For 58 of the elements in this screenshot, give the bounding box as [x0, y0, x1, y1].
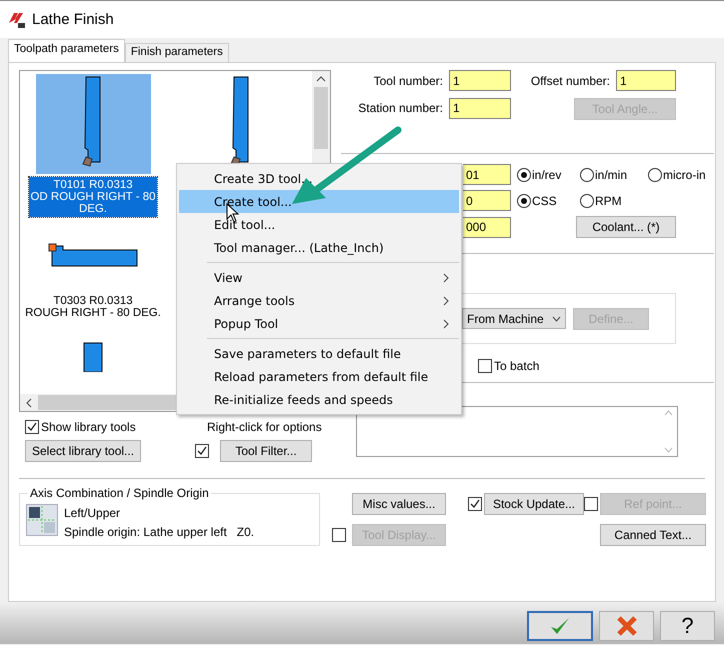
tab[interactable]: Finish parameters: [124, 43, 229, 62]
axis-name: Left/Upper: [64, 506, 122, 520]
cancel-button[interactable]: [599, 611, 654, 641]
canned-text-button[interactable]: Canned Text...: [600, 524, 706, 546]
radio-button[interactable]: [517, 168, 531, 182]
input-field[interactable]: 1: [449, 98, 511, 118]
checkbox[interactable]: [195, 444, 209, 458]
chevron-right-icon: [443, 272, 449, 282]
checkbox[interactable]: [25, 420, 39, 434]
window-title: Lathe Finish: [32, 11, 114, 28]
tool-icon: [47, 242, 139, 268]
scroll-up-icon[interactable]: [316, 75, 326, 83]
help-button[interactable]: ?: [660, 611, 715, 641]
ok-button[interactable]: [527, 611, 593, 641]
input-field[interactable]: 0: [463, 190, 511, 211]
radio-label: micro-in: [663, 168, 706, 182]
radio-label: RPM: [595, 194, 622, 208]
machine-dropdown[interactable]: From Machine: [462, 308, 566, 329]
scroll-left-icon[interactable]: [24, 398, 34, 408]
chevron-right-icon: [443, 296, 449, 306]
field-label: Station number:: [357, 101, 443, 115]
select-library-tool-button[interactable]: Select library tool...: [25, 440, 142, 462]
input-field[interactable]: 1: [616, 70, 676, 91]
field-label: Tool number:: [372, 74, 443, 88]
axis-combination-icon: [26, 504, 58, 536]
hint-text: Right-click for options: [206, 420, 323, 434]
scroll-thumb[interactable]: [314, 87, 328, 149]
checkbox[interactable]: [468, 497, 482, 512]
radio-label: in/min: [595, 168, 628, 182]
input-field[interactable]: 01: [463, 164, 511, 185]
input-field[interactable]: 000: [463, 216, 511, 238]
coolant-button[interactable]: Coolant... (*): [576, 216, 676, 238]
radio-label: in/rev: [532, 168, 562, 182]
checkbox-label: To batch: [494, 359, 540, 373]
chevron-down-icon: [552, 316, 561, 322]
tool-label[interactable]: T0101 R0.0313 OD ROUGH RIGHT - 80 DEG.: [29, 177, 157, 217]
misc-values-button[interactable]: Misc values...: [352, 493, 446, 516]
chevron-right-icon: [443, 318, 449, 328]
spindle-origin-text: Spindle origin: Lathe upper left Z0.: [64, 525, 254, 539]
check-icon: [549, 616, 571, 636]
tool-label[interactable]: T0303 R0.0313 ROUGH RIGHT - 80 DEG.: [24, 293, 162, 321]
menu-item[interactable]: Create tool...: [179, 190, 459, 213]
stock-update-button[interactable]: Stock Update...: [484, 493, 584, 516]
radio-label: CSS: [532, 194, 557, 208]
app-logo-icon: [8, 10, 26, 28]
tool-filter-button[interactable]: Tool Filter...: [220, 440, 312, 462]
tool-icon: [83, 342, 103, 372]
close-icon: [616, 615, 638, 637]
field-label: Offset number:: [530, 74, 610, 88]
checkbox[interactable]: [478, 359, 492, 373]
radio-button[interactable]: [517, 194, 531, 208]
input-field[interactable]: 1: [449, 70, 511, 91]
group-title: Axis Combination / Spindle Origin: [28, 486, 211, 500]
tab[interactable]: Toolpath parameters: [8, 39, 125, 62]
radio-button[interactable]: [580, 168, 594, 182]
checkbox-label: Show library tools: [41, 420, 136, 434]
radio-button[interactable]: [648, 168, 662, 182]
radio-button[interactable]: [580, 194, 594, 208]
